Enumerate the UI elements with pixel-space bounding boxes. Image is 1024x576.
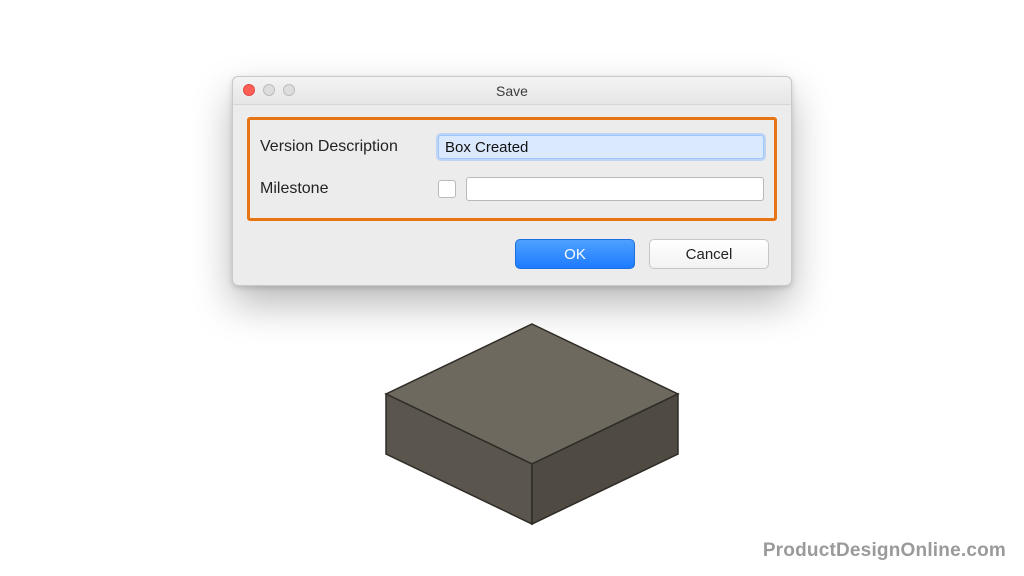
watermark-text: ProductDesignOnline.com <box>763 540 1006 562</box>
milestone-input[interactable] <box>466 177 764 201</box>
milestone-label: Milestone <box>260 180 438 198</box>
cancel-button-label: Cancel <box>686 246 733 263</box>
maximize-icon <box>283 84 295 96</box>
window-controls <box>243 84 295 96</box>
cancel-button[interactable]: Cancel <box>649 239 769 269</box>
dialog-title: Save <box>496 83 528 99</box>
version-description-label: Version Description <box>260 138 438 156</box>
version-description-row: Version Description <box>260 130 764 164</box>
save-dialog: Save Version Description Milestone OK Ca… <box>232 76 792 286</box>
milestone-row: Milestone <box>260 172 764 206</box>
dialog-buttons: OK Cancel <box>247 239 777 269</box>
milestone-checkbox[interactable] <box>438 180 456 198</box>
ok-button[interactable]: OK <box>515 239 635 269</box>
dialog-body: Version Description Milestone OK Cancel <box>233 105 791 285</box>
ok-button-label: OK <box>564 246 586 263</box>
dialog-titlebar: Save <box>233 77 791 105</box>
minimize-icon <box>263 84 275 96</box>
highlighted-form-area: Version Description Milestone <box>247 117 777 221</box>
box-3d-illustration <box>372 316 692 556</box>
close-icon[interactable] <box>243 84 255 96</box>
version-description-input[interactable] <box>438 135 764 159</box>
